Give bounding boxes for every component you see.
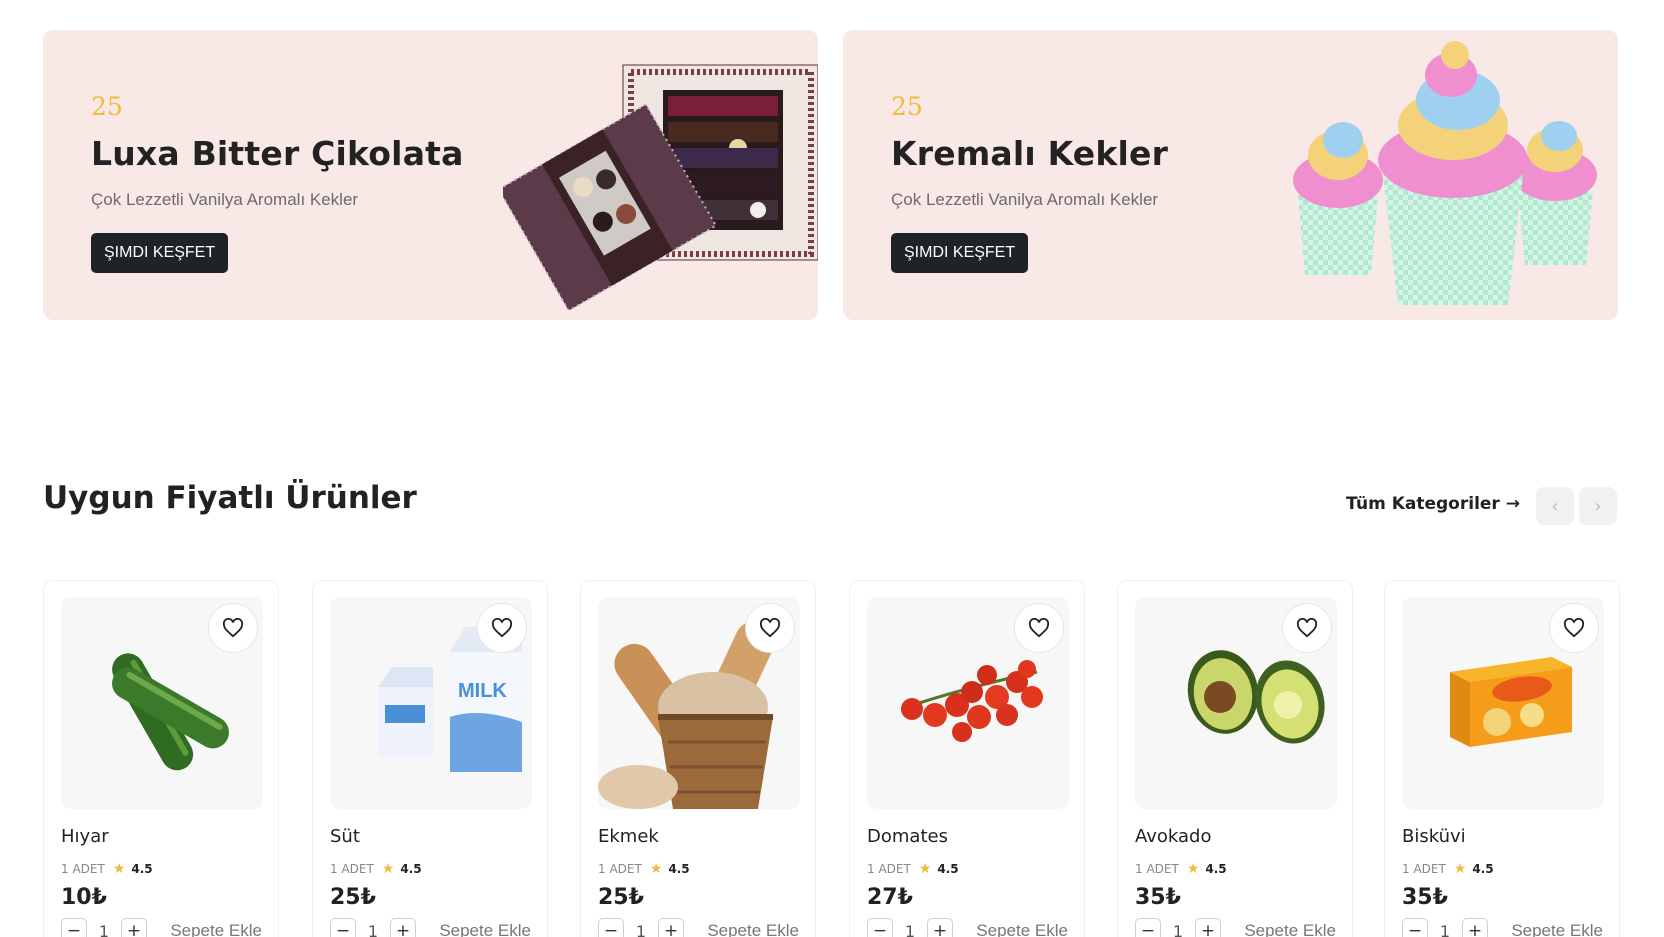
product-price: 10₺ <box>61 885 107 910</box>
product-unit: 1 ADET <box>867 862 911 876</box>
increase-button[interactable]: + <box>121 918 147 937</box>
quantity-value: 1 <box>635 921 647 937</box>
product-unit: 1 ADET <box>1402 862 1446 876</box>
favorite-button[interactable] <box>1282 603 1332 653</box>
banner-number: 25 <box>91 92 123 121</box>
quantity-value: 1 <box>1439 921 1451 937</box>
quantity-stepper: − 1 + <box>598 918 684 937</box>
star-icon: ★ <box>112 861 126 877</box>
banner-subtitle: Çok Lezzetli Vanilya Aromalı Kekler <box>91 190 359 209</box>
discover-button[interactable]: ŞIMDI KEŞFET <box>91 233 229 273</box>
product-price: 35₺ <box>1135 885 1181 910</box>
quantity-stepper: − 1 + <box>1402 918 1488 937</box>
decrease-button[interactable]: − <box>330 918 356 937</box>
product-card: Domates 1 ADET ★ 4.5 27₺ − 1 + Sepete Ek… <box>849 580 1085 937</box>
quantity-value: 1 <box>904 921 916 937</box>
heart-icon <box>491 618 513 638</box>
star-icon: ★ <box>381 861 395 877</box>
quantity-stepper: − 1 + <box>330 918 416 937</box>
star-icon: ★ <box>649 861 663 877</box>
product-rating: 4.5 <box>1205 862 1227 876</box>
product-price: 25₺ <box>598 885 644 910</box>
add-to-cart-button[interactable]: Sepete Ekle <box>707 921 799 937</box>
quantity-stepper: − 1 + <box>1135 918 1221 937</box>
add-to-cart-button[interactable]: Sepete Ekle <box>439 921 531 937</box>
quantity-stepper: − 1 + <box>867 918 953 937</box>
cupcakes-image <box>1293 41 1597 305</box>
increase-button[interactable]: + <box>658 918 684 937</box>
banner-cupcakes: 25 Kremalı Kekler Çok Lezzetli Vanilya A… <box>843 30 1618 320</box>
product-card: MILK Süt 1 ADET ★ 4.5 25₺ − 1 + Sepete E… <box>312 580 548 937</box>
quantity-stepper: − 1 + <box>61 918 147 937</box>
star-icon: ★ <box>1186 861 1200 877</box>
product-card: Bisküvi 1 ADET ★ 4.5 35₺ − 1 + Sepete Ek… <box>1384 580 1620 937</box>
prev-button[interactable]: ‹ <box>1536 487 1574 525</box>
star-icon: ★ <box>1453 861 1467 877</box>
quantity-value: 1 <box>1172 921 1184 937</box>
product-unit: 1 ADET <box>598 862 642 876</box>
product-rating: 4.5 <box>937 862 959 876</box>
product-name: Domates <box>867 826 948 847</box>
product-name: Süt <box>330 826 360 847</box>
next-button[interactable]: › <box>1579 487 1617 525</box>
add-to-cart-button[interactable]: Sepete Ekle <box>1511 921 1603 937</box>
product-name: Hıyar <box>61 826 109 847</box>
favorite-button[interactable] <box>208 603 258 653</box>
product-rating: 4.5 <box>668 862 690 876</box>
product-price: 27₺ <box>867 885 913 910</box>
quantity-value: 1 <box>98 921 110 937</box>
heart-icon <box>222 618 244 638</box>
favorite-button[interactable] <box>1014 603 1064 653</box>
increase-button[interactable]: + <box>390 918 416 937</box>
heart-icon <box>759 618 781 638</box>
chevron-left-icon: ‹ <box>1551 495 1559 517</box>
banner-title: Kremalı Kekler <box>891 134 1169 173</box>
product-name: Bisküvi <box>1402 826 1466 847</box>
product-card: Avokado 1 ADET ★ 4.5 35₺ − 1 + Sepete Ek… <box>1117 580 1353 937</box>
product-rating: 4.5 <box>131 862 153 876</box>
product-rating: 4.5 <box>1472 862 1494 876</box>
product-price: 35₺ <box>1402 885 1448 910</box>
all-categories-link[interactable]: Tüm Kategoriler → <box>1346 494 1520 514</box>
heart-icon <box>1296 618 1318 638</box>
section-title: Uygun Fiyatlı Ürünler <box>43 480 417 516</box>
add-to-cart-button[interactable]: Sepete Ekle <box>976 921 1068 937</box>
decrease-button[interactable]: − <box>598 918 624 937</box>
decrease-button[interactable]: − <box>867 918 893 937</box>
product-unit: 1 ADET <box>330 862 374 876</box>
product-card: Ekmek 1 ADET ★ 4.5 25₺ − 1 + Sepete Ekle <box>580 580 816 937</box>
banner-number: 25 <box>891 92 923 121</box>
favorite-button[interactable] <box>745 603 795 653</box>
decrease-button[interactable]: − <box>61 918 87 937</box>
discover-button[interactable]: ŞIMDI KEŞFET <box>891 233 1029 273</box>
product-unit: 1 ADET <box>1135 862 1179 876</box>
svg-text:MILK: MILK <box>458 680 507 702</box>
favorite-button[interactable] <box>477 603 527 653</box>
product-rating: 4.5 <box>400 862 422 876</box>
banner-chocolate: 25 Luxa Bitter Çikolata Çok Lezzetli Van… <box>43 30 818 320</box>
product-name: Avokado <box>1135 826 1212 847</box>
product-name: Ekmek <box>598 826 659 847</box>
product-price: 25₺ <box>330 885 376 910</box>
heart-icon <box>1028 618 1050 638</box>
banner-title: Luxa Bitter Çikolata <box>91 134 464 173</box>
increase-button[interactable]: + <box>1195 918 1221 937</box>
product-card: Hıyar 1 ADET ★ 4.5 10₺ − 1 + Sepete Ekle <box>43 580 279 937</box>
decrease-button[interactable]: − <box>1402 918 1428 937</box>
chocolate-box-image <box>503 64 818 310</box>
product-unit: 1 ADET <box>61 862 105 876</box>
star-icon: ★ <box>918 861 932 877</box>
add-to-cart-button[interactable]: Sepete Ekle <box>170 921 262 937</box>
increase-button[interactable]: + <box>927 918 953 937</box>
banner-subtitle: Çok Lezzetli Vanilya Aromalı Kekler <box>891 190 1159 209</box>
quantity-value: 1 <box>367 921 379 937</box>
chevron-right-icon: › <box>1594 495 1602 517</box>
increase-button[interactable]: + <box>1462 918 1488 937</box>
heart-icon <box>1563 618 1585 638</box>
decrease-button[interactable]: − <box>1135 918 1161 937</box>
add-to-cart-button[interactable]: Sepete Ekle <box>1244 921 1336 937</box>
favorite-button[interactable] <box>1549 603 1599 653</box>
